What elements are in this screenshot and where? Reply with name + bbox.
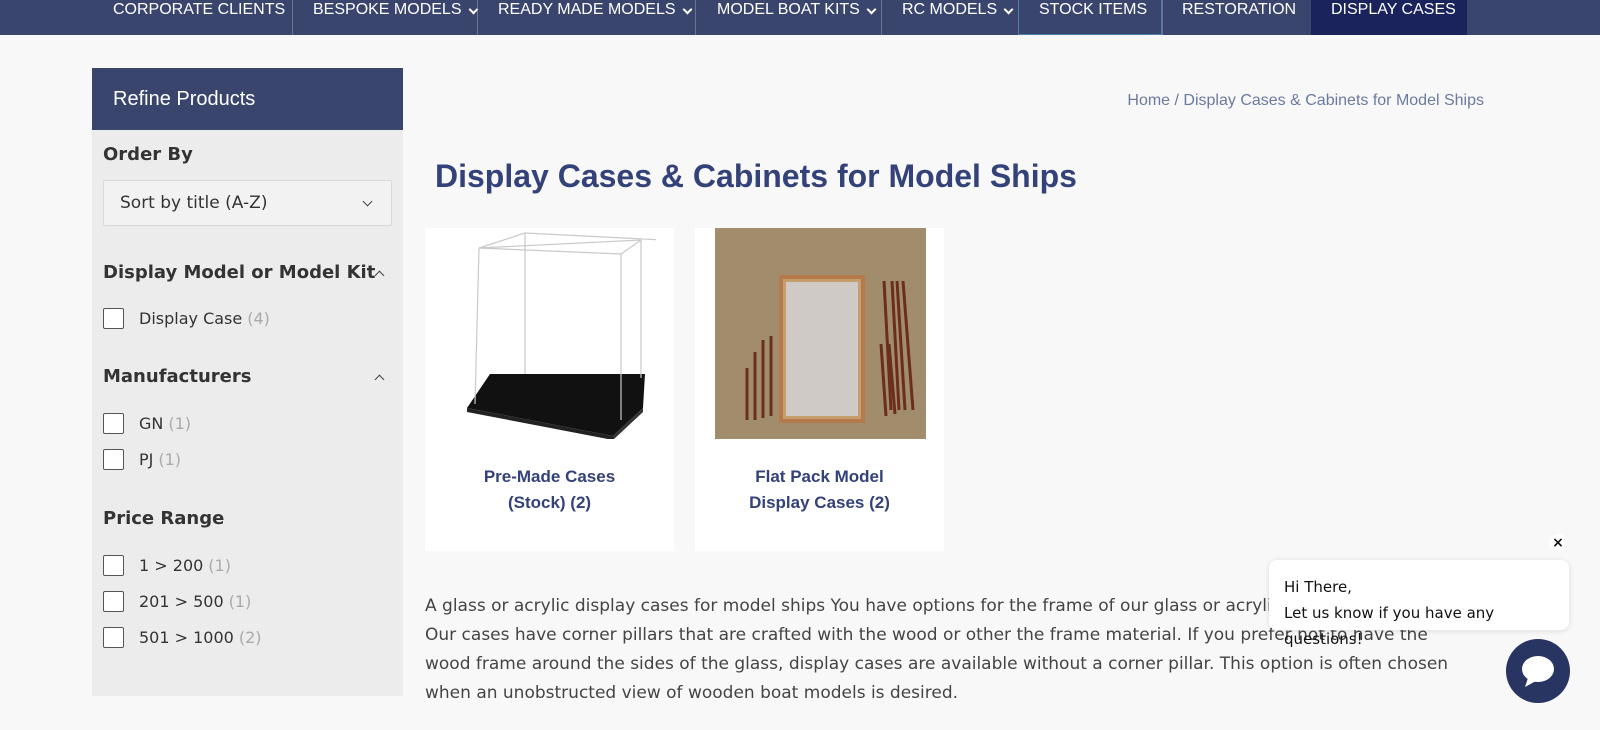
order-by-heading: Order By	[103, 144, 193, 165]
nav-label: READY MADE MODELS	[498, 1, 676, 18]
category-label[interactable]: Flat Pack Model Display Cases (2)	[695, 464, 944, 516]
nav-ready-made-models[interactable]: READY MADE MODELS	[498, 0, 692, 35]
filter-option-display-case[interactable]: Display Case (4)	[103, 307, 270, 329]
page-title: Display Cases & Cabinets for Model Ships	[435, 158, 1077, 194]
filter-option-price-1-200[interactable]: 1 > 200 (1)	[103, 554, 231, 576]
filter-option-price-201-500[interactable]: 201 > 500 (1)	[103, 590, 251, 612]
filter-count: (1)	[158, 449, 182, 469]
filter-label: Display Case	[139, 308, 243, 328]
sidebar-title: Refine Products	[92, 68, 403, 130]
checkbox[interactable]	[103, 448, 124, 470]
flat-pack-case-image[interactable]	[715, 228, 926, 439]
nav-divider	[695, 0, 696, 35]
filter-count: (4)	[247, 308, 270, 328]
nav-divider	[477, 0, 478, 35]
chevron-up-icon[interactable]	[374, 374, 385, 385]
category-label[interactable]: Pre-Made Cases (Stock) (2)	[425, 464, 674, 516]
nav-stock-items[interactable]: STOCK ITEMS	[1018, 0, 1162, 35]
refine-products-sidebar: Refine Products Order By Sort by title (…	[92, 68, 403, 696]
category-card-flat-pack[interactable]: Flat Pack Model Display Cases (2)	[695, 228, 944, 551]
filter-count: (1)	[208, 555, 231, 575]
acrylic-display-case-image[interactable]	[445, 228, 656, 439]
top-navigation: CORPORATE CLIENTS BESPOKE MODELS READY M…	[0, 0, 1600, 35]
checkbox[interactable]	[103, 590, 124, 612]
nav-label: BESPOKE MODELS	[313, 1, 462, 18]
filter-label: 1 > 200	[139, 555, 204, 575]
category-label-line: Display Cases (2)	[749, 493, 890, 512]
chevron-up-icon[interactable]	[374, 270, 385, 281]
chat-launcher-button[interactable]	[1506, 639, 1570, 703]
chevron-down-icon	[1003, 4, 1014, 15]
nav-corporate-clients[interactable]: CORPORATE CLIENTS	[113, 0, 285, 35]
nav-divider	[292, 0, 293, 35]
price-range-heading: Price Range	[103, 508, 225, 529]
filter-count: (2)	[238, 627, 262, 647]
nav-label: DISPLAY CASES	[1331, 1, 1456, 18]
nav-bespoke-models[interactable]: BESPOKE MODELS	[313, 0, 478, 35]
filter-option-price-501-1000[interactable]: 501 > 1000 (2)	[103, 626, 262, 648]
filter-label: PJ	[139, 449, 154, 469]
checkbox[interactable]	[103, 412, 124, 434]
nav-rc-models[interactable]: RC MODELS	[902, 0, 1014, 35]
filter-option-gn[interactable]: GN (1)	[103, 412, 191, 434]
filter-label: 201 > 500	[139, 591, 224, 611]
filter-label: 501 > 1000	[139, 627, 234, 647]
filter-count: (1)	[228, 591, 252, 611]
chat-greeting-bubble[interactable]: Hi There, Let us know if you have any qu…	[1269, 560, 1569, 648]
checkbox[interactable]	[103, 554, 124, 576]
checkbox[interactable]	[103, 626, 124, 648]
nav-restoration[interactable]: RESTORATION	[1182, 0, 1296, 35]
category-card-pre-made-cases[interactable]: Pre-Made Cases (Stock) (2)	[425, 228, 674, 551]
breadcrumb-home-link[interactable]: Home	[1127, 92, 1170, 109]
chat-bubble-icon	[1522, 656, 1554, 687]
nav-divider	[1162, 0, 1163, 35]
nav-model-boat-kits[interactable]: MODEL BOAT KITS	[717, 0, 877, 35]
chevron-down-icon	[682, 4, 692, 15]
nav-label: STOCK ITEMS	[1039, 1, 1148, 18]
manufacturers-heading[interactable]: Manufacturers	[103, 366, 251, 387]
nav-label: RC MODELS	[902, 1, 998, 18]
nav-divider	[881, 0, 882, 35]
chat-greeting-line: Hi There,	[1284, 578, 1352, 596]
nav-display-cases[interactable]: DISPLAY CASES	[1311, 0, 1467, 35]
sort-select[interactable]: Sort by title (A-Z)	[103, 180, 392, 226]
nav-label: MODEL BOAT KITS	[717, 1, 860, 18]
category-label-line: (Stock) (2)	[507, 493, 592, 512]
category-label-line: Flat Pack Model	[755, 467, 884, 486]
sort-selected-value: Sort by title (A-Z)	[120, 193, 268, 213]
close-icon[interactable]: ×	[1549, 534, 1567, 552]
breadcrumb-separator: /	[1170, 92, 1184, 109]
filter-label: GN	[139, 413, 164, 433]
category-label-line: Pre-Made Cases	[483, 467, 616, 486]
chevron-down-icon	[866, 4, 877, 15]
nav-label: CORPORATE CLIENTS	[113, 1, 286, 18]
filter-count: (1)	[168, 413, 192, 433]
chevron-down-icon	[362, 196, 373, 207]
checkbox[interactable]	[103, 307, 124, 329]
breadcrumb: Home / Display Cases & Cabinets for Mode…	[1127, 92, 1484, 110]
filter-option-pj[interactable]: PJ (1)	[103, 448, 181, 470]
display-model-heading[interactable]: Display Model or Model Kit	[103, 262, 375, 283]
breadcrumb-current: Display Cases & Cabinets for Model Ships	[1183, 92, 1484, 109]
nav-label: RESTORATION	[1182, 1, 1297, 18]
